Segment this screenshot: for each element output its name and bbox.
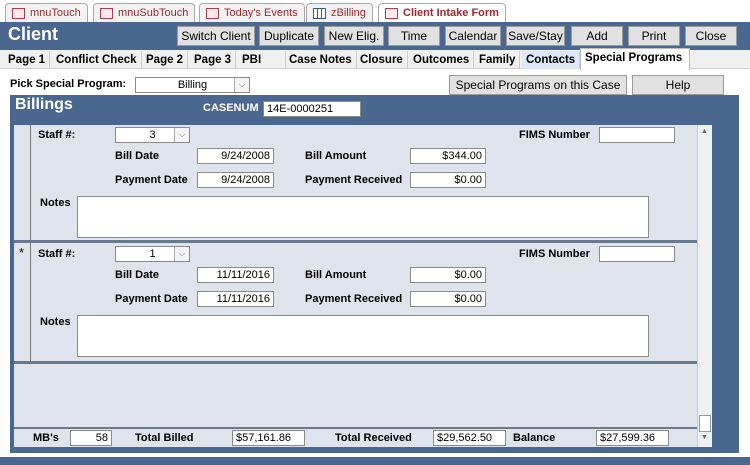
tab-contacts[interactable]: Contacts [522, 51, 581, 69]
duplicate-button[interactable]: Duplicate [259, 26, 319, 46]
bill-amount-field[interactable]: $344.00 [410, 148, 486, 164]
tab-closure[interactable]: Closure [356, 51, 408, 69]
doc-tab-mnusubtouch[interactable]: mnuSubTouch [93, 3, 196, 22]
record-divider [14, 240, 697, 243]
help-button[interactable]: Help [632, 75, 724, 95]
new-record-selector[interactable]: * [14, 243, 31, 361]
bill-amount-field[interactable]: $0.00 [410, 267, 486, 283]
tab-page-3[interactable]: Page 3 [190, 51, 237, 69]
combo-value: 3 [149, 129, 156, 141]
payment-received-field[interactable]: $0.00 [410, 291, 486, 307]
tab-page-2[interactable]: Page 2 [142, 51, 189, 69]
doc-tab-client-intake-form[interactable]: Client Intake Form [378, 3, 506, 22]
casenum-field[interactable]: 14E-0000251 [263, 101, 361, 117]
tab-pbi[interactable]: PBI [238, 51, 286, 69]
notes-field[interactable] [77, 196, 649, 238]
chevron-down-icon[interactable]: ⌵ [234, 78, 249, 92]
bill-date-field[interactable]: 11/11/2016 [197, 267, 274, 283]
scroll-down-icon[interactable]: ▼ [701, 434, 708, 441]
bill-amount-label: Bill Amount [305, 269, 367, 281]
payment-received-label: Payment Received [305, 293, 403, 305]
fims-label: FIMS Number [519, 248, 590, 260]
bill-date-label: Bill Date [115, 269, 160, 281]
billings-title: Billings [15, 96, 73, 113]
new-record-marker: * [19, 245, 25, 260]
total-billed-label: Total Billed [135, 432, 194, 444]
fims-field[interactable] [599, 127, 675, 143]
tab-outcomes[interactable]: Outcomes [409, 51, 475, 69]
notes-field[interactable] [77, 315, 649, 357]
chevron-down-icon[interactable]: ⌵ [174, 128, 189, 142]
chevron-down-icon[interactable]: ⌵ [174, 247, 189, 261]
staff-combo[interactable]: 1 ⌵ [115, 246, 190, 262]
bill-date-field[interactable]: 9/24/2008 [197, 148, 274, 164]
mbs-label: MB's [33, 432, 59, 444]
fims-field[interactable] [599, 246, 675, 262]
form-icon [100, 8, 113, 19]
notes-label: Notes [40, 197, 71, 209]
payment-date-field[interactable]: 11/11/2016 [197, 291, 274, 307]
record-selector[interactable] [14, 125, 31, 241]
pick-program-combo[interactable]: Billing ⌵ [135, 77, 250, 93]
combo-value: 1 [149, 248, 156, 260]
tab-label: Today's Events [224, 7, 298, 19]
tab-family[interactable]: Family [475, 51, 521, 69]
add-button[interactable]: Add [571, 26, 623, 46]
balance-label: Balance [513, 432, 556, 444]
total-billed-field[interactable]: $57,161.86 [232, 430, 305, 446]
time-button[interactable]: Time [388, 26, 440, 46]
form-icon [206, 8, 219, 19]
staff-combo[interactable]: 3 ⌵ [115, 127, 190, 143]
fims-label: FIMS Number [519, 129, 590, 141]
switch-client-button[interactable]: Switch Client [177, 26, 255, 46]
record-divider [14, 361, 697, 364]
scrollbar-thumb[interactable] [699, 415, 711, 432]
notes-label: Notes [40, 316, 71, 328]
print-button[interactable]: Print [628, 26, 680, 46]
bill-amount-label: Bill Amount [305, 150, 367, 162]
new-elig-button[interactable]: New Elig. [324, 26, 384, 46]
tab-label: mnuTouch [30, 7, 81, 19]
close-button[interactable]: Close [685, 26, 737, 46]
tab-special-programs[interactable]: Special Programs [580, 48, 690, 70]
table-icon [313, 8, 326, 19]
tab-case-notes[interactable]: Case Notes [285, 51, 357, 69]
form-icon [385, 8, 398, 19]
save-stay-button[interactable]: Save/Stay [506, 26, 565, 46]
tab-label: Client Intake Form [403, 7, 499, 19]
doc-tab-zbilling[interactable]: zBilling [306, 3, 373, 22]
special-programs-on-case-button[interactable]: Special Programs on this Case [449, 75, 627, 95]
vertical-scrollbar[interactable]: ▲ ▼ [697, 125, 712, 447]
staff-label: Staff #: [38, 248, 76, 260]
tab-conflict-check[interactable]: Conflict Check [52, 51, 142, 69]
bottom-bar [0, 457, 750, 465]
payment-date-label: Payment Date [115, 174, 188, 186]
doc-tab-mnutouch[interactable]: mnuTouch [5, 3, 88, 22]
payment-received-label: Payment Received [305, 174, 403, 186]
mbs-field[interactable]: 58 [70, 430, 112, 446]
form-icon [12, 8, 25, 19]
calendar-button[interactable]: Calendar [445, 26, 501, 46]
bill-date-label: Bill Date [115, 150, 160, 162]
tab-label: mnuSubTouch [118, 7, 189, 19]
total-received-field[interactable]: $29,562.50 [433, 430, 506, 446]
staff-label: Staff #: [38, 129, 76, 141]
scroll-up-icon[interactable]: ▲ [701, 128, 708, 135]
payment-date-label: Payment Date [115, 293, 188, 305]
payment-received-field[interactable]: $0.00 [410, 172, 486, 188]
doc-tab-todays-events[interactable]: Today's Events [199, 3, 305, 22]
casenum-label: CASENUM [203, 102, 259, 114]
pick-program-label: Pick Special Program: [10, 78, 127, 90]
total-received-label: Total Received [335, 432, 412, 444]
tab-label: zBilling [331, 7, 366, 19]
combo-value: Billing [177, 79, 208, 91]
form-title: Client [8, 24, 59, 44]
payment-date-field[interactable]: 9/24/2008 [197, 172, 274, 188]
balance-field[interactable]: $27,599.36 [596, 430, 669, 446]
tab-page-1[interactable]: Page 1 [4, 51, 51, 69]
